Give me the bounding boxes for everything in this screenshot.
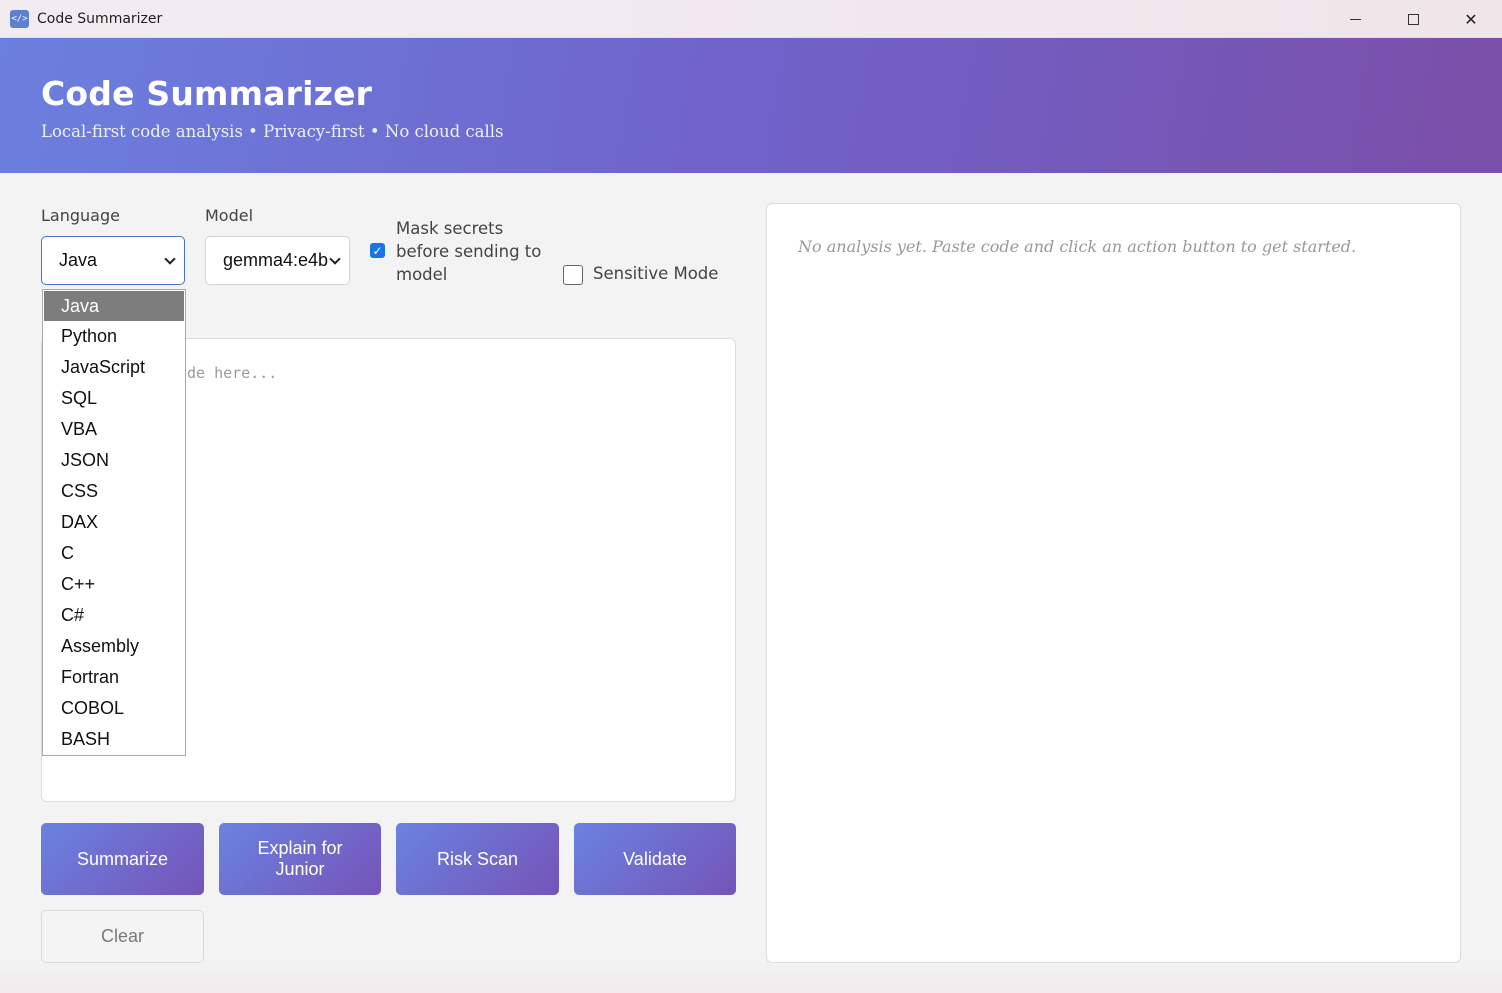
language-option[interactable]: C xyxy=(43,538,185,569)
language-option[interactable]: JavaScript xyxy=(43,352,185,383)
language-option[interactable]: VBA xyxy=(43,414,185,445)
explain-for-junior-button[interactable]: Explain for Junior xyxy=(219,823,381,895)
close-button[interactable]: ✕ xyxy=(1442,0,1500,38)
language-option[interactable]: Assembly xyxy=(43,631,185,662)
page-title: Code Summarizer xyxy=(41,74,373,113)
sensitive-mode-checkbox[interactable] xyxy=(563,265,583,285)
language-dropdown-list: Java Python JavaScript SQL VBA JSON CSS … xyxy=(42,289,186,756)
analysis-output-panel: No analysis yet. Paste code and click an… xyxy=(766,203,1461,963)
language-option[interactable]: Fortran xyxy=(43,662,185,693)
model-select[interactable]: gemma4:e4b xyxy=(205,236,350,285)
maximize-icon xyxy=(1407,13,1419,25)
language-option[interactable]: Java xyxy=(44,291,184,321)
app-icon: </> xyxy=(10,10,29,28)
summarize-button[interactable]: Summarize xyxy=(41,823,204,895)
language-label: Language xyxy=(41,206,120,225)
validate-button[interactable]: Validate xyxy=(574,823,736,895)
code-input-placeholder: de here... xyxy=(187,364,278,382)
maximize-button[interactable] xyxy=(1384,0,1442,38)
mask-secrets-label: Mask secrets before sending to model xyxy=(396,219,542,284)
header-banner: Code Summarizer Local-first code analysi… xyxy=(0,38,1502,173)
model-label: Model xyxy=(205,206,254,225)
language-option[interactable]: COBOL xyxy=(43,693,185,724)
explain-button-label: Explain for Junior xyxy=(257,838,343,879)
risk-scan-button[interactable]: Risk Scan xyxy=(396,823,559,895)
language-option[interactable]: JSON xyxy=(43,445,185,476)
chevron-down-icon xyxy=(164,253,176,265)
language-option[interactable]: C++ xyxy=(43,569,185,600)
checkmark-icon: ✓ xyxy=(372,243,383,258)
language-option[interactable]: CSS xyxy=(43,476,185,507)
window-titlebar: </> Code Summarizer ✕ xyxy=(0,0,1502,38)
language-option[interactable]: SQL xyxy=(43,383,185,414)
language-option[interactable]: C# xyxy=(43,600,185,631)
clear-button[interactable]: Clear xyxy=(41,910,204,963)
sensitive-mode-label: Sensitive Mode xyxy=(593,264,719,283)
output-empty-message: No analysis yet. Paste code and click an… xyxy=(798,237,1357,256)
model-select-value: gemma4:e4b xyxy=(223,250,329,270)
language-select[interactable]: Java xyxy=(41,236,185,285)
page-subtitle: Local-first code analysis • Privacy-firs… xyxy=(41,122,504,141)
minimize-button[interactable] xyxy=(1326,0,1384,38)
language-option[interactable]: DAX xyxy=(43,507,185,538)
chevron-down-icon xyxy=(329,253,341,265)
window-title: Code Summarizer xyxy=(37,11,163,27)
mask-secrets-checkbox[interactable]: ✓ xyxy=(370,243,385,258)
close-icon: ✕ xyxy=(1464,9,1478,29)
window-bottom-edge xyxy=(0,963,1502,993)
language-select-value: Java xyxy=(59,250,98,270)
language-option[interactable]: Python xyxy=(43,321,185,352)
minimize-icon xyxy=(1349,18,1361,20)
language-option[interactable]: BASH xyxy=(43,724,185,755)
